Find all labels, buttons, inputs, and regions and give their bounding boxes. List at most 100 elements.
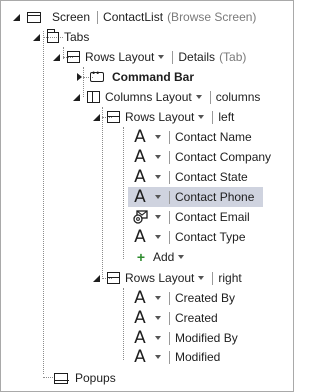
separator	[97, 10, 99, 24]
tree-node-rows-layout-left[interactable]: Rows Layout left	[91, 107, 234, 127]
separator	[169, 291, 170, 305]
field-contact-state[interactable]: A Contact State	[133, 167, 248, 187]
rows-layout-icon	[107, 111, 120, 123]
field-label: Contact State	[175, 170, 248, 184]
text-A-icon: A	[134, 308, 146, 328]
screen-icon	[27, 11, 41, 23]
dropdown-caret-icon[interactable]	[155, 235, 161, 239]
collapse-arrow-icon[interactable]	[71, 92, 81, 102]
tree-node-command-bar[interactable]: Command Bar	[74, 67, 194, 87]
dropdown-caret-icon[interactable]	[155, 336, 161, 340]
field-label: Modified By	[175, 331, 238, 345]
tree-node-tabs[interactable]: Tabs	[31, 27, 89, 47]
tree-node-rows-layout-details[interactable]: Rows Layout Details (Tab)	[51, 47, 246, 67]
dropdown-caret-icon[interactable]	[155, 195, 161, 199]
collapse-arrow-icon[interactable]	[91, 273, 101, 283]
text-A-icon: A	[134, 127, 146, 147]
field-label: Contact Company	[175, 150, 272, 164]
separator	[212, 271, 214, 285]
field-contact-company[interactable]: A Contact Company	[133, 147, 271, 167]
popups-label: Popups	[75, 371, 116, 385]
tree-node-rows-layout-right[interactable]: Rows Layout right	[91, 268, 242, 288]
separator	[209, 90, 211, 104]
separator	[169, 150, 170, 164]
separator	[169, 130, 170, 144]
field-contact-phone[interactable]: A Contact Phone	[128, 187, 263, 207]
text-A-icon: A	[134, 167, 146, 187]
text-A-icon: A	[134, 187, 146, 207]
field-label: Contact Email	[175, 210, 250, 224]
columns-layout-icon	[87, 91, 100, 103]
rows-layout-type: (Tab)	[219, 50, 247, 64]
dropdown-caret-icon[interactable]	[155, 155, 161, 159]
screen-type: (Browse Screen)	[167, 10, 257, 24]
dropdown-caret-icon[interactable]	[158, 55, 165, 59]
field-contact-name[interactable]: A Contact Name	[133, 127, 252, 147]
field-label: Created By	[175, 291, 236, 305]
collapse-arrow-icon[interactable]	[91, 112, 101, 122]
dropdown-caret-icon[interactable]	[155, 296, 161, 300]
separator	[169, 331, 170, 345]
collapse-arrow-icon[interactable]	[11, 12, 21, 22]
rows-layout-name: Details	[178, 50, 216, 64]
separator	[172, 50, 174, 64]
field-contact-email[interactable]: Contact Email	[133, 207, 250, 227]
rows-layout-icon	[107, 272, 120, 284]
tree-node-popups[interactable]: Popups	[53, 368, 116, 388]
expand-arrow-icon[interactable]	[77, 73, 82, 81]
collapse-arrow-icon[interactable]	[31, 32, 41, 42]
field-label: Created	[175, 311, 218, 325]
field-modified[interactable]: A Modified	[133, 347, 220, 367]
text-A-icon: A	[134, 227, 146, 247]
columns-layout-name: columns	[215, 90, 261, 104]
add-button[interactable]: + Add	[135, 247, 190, 267]
screen-name: ContactList	[103, 10, 164, 24]
field-created[interactable]: A Created	[133, 308, 218, 328]
field-created-by[interactable]: A Created By	[133, 288, 235, 308]
screen-designer-tree: Screen ContactList (Browse Screen) Tabs …	[0, 0, 294, 392]
separator	[169, 190, 170, 204]
command-bar-icon	[90, 68, 104, 82]
dropdown-caret-icon[interactable]	[155, 316, 161, 320]
separator	[169, 210, 170, 224]
dropdown-caret-icon[interactable]	[155, 355, 161, 359]
dropdown-caret-icon[interactable]	[155, 175, 161, 179]
dropdown-caret-icon[interactable]	[155, 215, 161, 219]
tabs-label: Tabs	[64, 30, 90, 44]
separator	[169, 230, 170, 244]
dropdown-caret-icon[interactable]	[155, 135, 161, 139]
rows-layout-label: Rows Layout	[125, 110, 195, 124]
tree-node-columns-layout[interactable]: Columns Layout columns	[71, 87, 260, 107]
separator	[169, 350, 170, 364]
popups-icon	[53, 372, 69, 384]
rows-layout-icon	[67, 51, 80, 63]
command-bar-label: Command Bar	[112, 70, 195, 84]
email-icon	[133, 210, 148, 224]
field-label: Modified	[175, 350, 221, 364]
screen-label: Screen	[52, 10, 91, 24]
text-A-icon: A	[134, 147, 146, 167]
separator	[169, 311, 170, 325]
tree-node-screen[interactable]: Screen ContactList (Browse Screen)	[11, 7, 256, 27]
separator	[212, 110, 214, 124]
rows-layout-label: Rows Layout	[125, 271, 195, 285]
field-label: Contact Name	[175, 130, 252, 144]
rows-layout-name: right	[218, 271, 242, 285]
dropdown-caret-icon[interactable]	[195, 95, 202, 99]
field-contact-type[interactable]: A Contact Type	[133, 227, 246, 247]
collapse-arrow-icon[interactable]	[51, 52, 61, 62]
add-label: Add	[153, 250, 175, 264]
columns-layout-label: Columns Layout	[105, 90, 192, 104]
field-modified-by[interactable]: A Modified By	[133, 328, 238, 348]
tabs-icon	[46, 28, 59, 43]
field-label: Contact Phone	[175, 190, 255, 204]
plus-icon: +	[136, 249, 146, 265]
dropdown-caret-icon[interactable]	[198, 276, 205, 280]
field-label: Contact Type	[175, 230, 246, 244]
text-A-icon: A	[134, 347, 146, 367]
text-A-icon: A	[134, 328, 146, 348]
rows-layout-label: Rows Layout	[85, 50, 155, 64]
separator	[169, 170, 170, 184]
dropdown-caret-icon[interactable]	[178, 255, 185, 259]
dropdown-caret-icon[interactable]	[198, 115, 205, 119]
